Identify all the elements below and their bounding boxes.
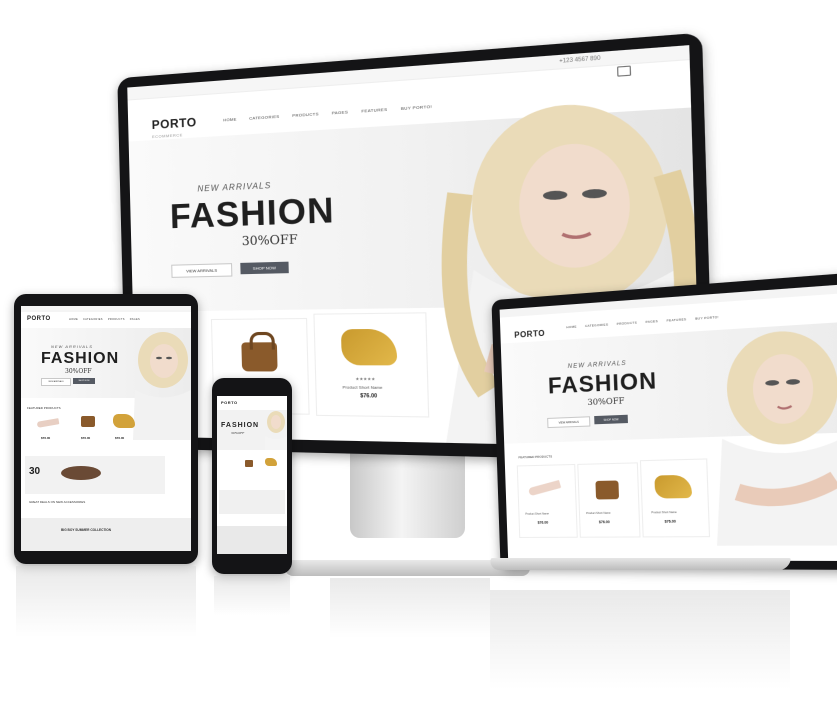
nav-buy-porto[interactable]: BUY PORTO! xyxy=(401,104,432,111)
laptop-screen: PORTO ECOMMERCE HOME CATEGORIES PRODUCTS… xyxy=(500,284,837,561)
monitor-reflection xyxy=(330,578,490,638)
nav-home[interactable]: HOME xyxy=(223,116,237,122)
nav-categories[interactable]: CATEGORIES xyxy=(83,318,103,321)
product-price: $76.00 xyxy=(41,436,50,440)
hero-eyebrow: NEW ARRIVALS xyxy=(51,344,93,349)
product-name[interactable]: Product Short Name xyxy=(342,384,382,390)
laptop-device: PORTO ECOMMERCE HOME CATEGORIES PRODUCTS… xyxy=(490,300,836,590)
store-logo[interactable]: PORTO xyxy=(514,329,545,340)
nav-features[interactable]: FEATURES xyxy=(361,107,387,114)
product-price: $76.00 xyxy=(538,521,549,525)
hero-model-image xyxy=(265,410,287,450)
laptop-lid: PORTO ECOMMERCE HOME CATEGORIES PRODUCTS… xyxy=(491,272,837,569)
scarf-icon xyxy=(341,329,397,366)
main-nav: HOME CATEGORIES PRODUCTS PAGES xyxy=(69,318,140,321)
product-name[interactable]: Product Short Name xyxy=(525,512,549,515)
product-price: $76.00 xyxy=(665,519,676,523)
scarf-icon xyxy=(265,458,277,466)
product-price: $76.00 xyxy=(360,393,377,400)
product-card[interactable]: ★★★★★ Product Short Name $76.00 xyxy=(313,312,429,417)
hero-discount: 30%OFF xyxy=(231,431,244,435)
promo-banner-text: GREAT DEALS ON NEW ACCESSORIES xyxy=(29,500,85,504)
laptop-base xyxy=(489,558,791,570)
hero-discount: 30%OFF xyxy=(65,368,92,375)
bottom-banner xyxy=(21,518,191,551)
nav-categories[interactable]: CATEGORIES xyxy=(585,322,608,328)
product-card[interactable]: Product Short Name $76.00 xyxy=(640,458,710,537)
view-arrivals-button[interactable]: VIEW ARRIVALS xyxy=(171,263,232,278)
section-title: FEATURED PRODUCTS xyxy=(518,454,552,459)
view-arrivals-button[interactable]: VIEW ARRIVALS xyxy=(547,416,590,428)
handbag-icon xyxy=(595,480,619,499)
section-title: FEATURED PRODUCTS xyxy=(27,406,61,410)
nav-home[interactable]: HOME xyxy=(566,325,577,330)
nav-pages[interactable]: PAGES xyxy=(332,109,349,115)
handbag-icon xyxy=(81,416,95,427)
nav-home[interactable]: HOME xyxy=(69,318,78,321)
cart-icon[interactable] xyxy=(617,66,631,77)
store-logo[interactable]: PORTO xyxy=(27,316,51,322)
hero-headline: FASHION xyxy=(170,191,336,238)
nav-buy-porto[interactable]: BUY PORTO! xyxy=(695,315,719,321)
hat-icon xyxy=(61,466,101,480)
tablet-device: PORTO HOME CATEGORIES PRODUCTS PAGES NEW… xyxy=(14,294,198,564)
scarf-icon xyxy=(113,414,135,428)
nav-products[interactable]: PRODUCTS xyxy=(108,318,125,321)
laptop-reflection xyxy=(490,590,790,690)
shoe-icon xyxy=(528,480,561,496)
bottom-banner-text: BIG BOY SUMMER COLLECTION xyxy=(61,528,111,532)
hero-model-image xyxy=(133,330,191,440)
product-card[interactable]: Product Short Name $76.00 xyxy=(577,462,640,537)
hero-discount: 30%OFF xyxy=(587,396,624,407)
promo-number: 30 xyxy=(29,466,40,477)
nav-categories[interactable]: CATEGORIES xyxy=(249,114,279,121)
nav-products[interactable]: PRODUCTS xyxy=(617,320,637,326)
hero-discount: 30%OFF xyxy=(242,232,298,248)
shop-now-button[interactable]: SHOP NOW xyxy=(594,415,628,425)
view-arrivals-button[interactable]: VIEW ARRIVALS xyxy=(41,378,71,386)
phone-device: PORTO FASHION 30%OFF xyxy=(212,378,292,574)
product-rating: ★★★★★ xyxy=(355,376,375,381)
bottom-banner xyxy=(217,526,287,554)
product-card[interactable]: Product Short Name $76.00 xyxy=(517,464,578,538)
scarf-icon xyxy=(654,475,692,499)
phone-reflection xyxy=(214,576,290,616)
nav-pages[interactable]: PAGES xyxy=(645,319,658,324)
hero-headline: FASHION xyxy=(548,367,658,399)
store-logo[interactable]: PORTO xyxy=(221,400,238,405)
tablet-screen: PORTO HOME CATEGORIES PRODUCTS PAGES NEW… xyxy=(21,306,191,551)
hero-headline: FASHION xyxy=(221,422,259,429)
nav-features[interactable]: FEATURES xyxy=(667,317,687,323)
hero-model-image xyxy=(709,324,837,546)
hero-headline: FASHION xyxy=(41,350,119,368)
phone-screen: PORTO FASHION 30%OFF xyxy=(217,396,287,554)
product-name[interactable]: Product Short Name xyxy=(651,511,676,514)
shoe-icon xyxy=(37,418,60,428)
nav-products[interactable]: PRODUCTS xyxy=(292,111,319,118)
main-nav: HOME CATEGORIES PRODUCTS PAGES FEATURES … xyxy=(223,104,432,123)
product-price: $76.00 xyxy=(81,436,90,440)
tablet-reflection xyxy=(16,566,196,636)
nav-pages[interactable]: PAGES xyxy=(130,318,140,321)
handbag-icon xyxy=(245,460,253,467)
store-logo[interactable]: PORTO xyxy=(152,115,197,132)
shop-now-button[interactable]: SHOP NOW xyxy=(240,262,289,275)
shop-now-button[interactable]: SHOP NOW xyxy=(73,378,95,384)
main-nav: HOME CATEGORIES PRODUCTS PAGES FEATURES … xyxy=(566,315,719,329)
product-price: $76.00 xyxy=(115,436,124,440)
product-price: $76.00 xyxy=(599,520,610,524)
promo-block xyxy=(219,490,285,514)
product-name[interactable]: Product Short Name xyxy=(586,512,611,515)
